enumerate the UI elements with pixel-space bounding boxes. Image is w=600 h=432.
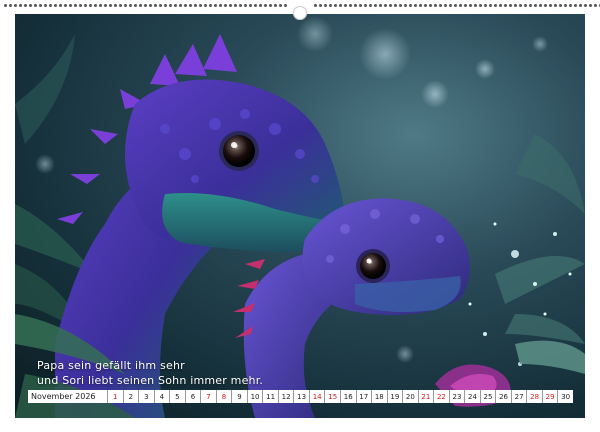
calendar-day: 19 bbox=[388, 390, 404, 403]
calendar-day: 29 bbox=[543, 390, 559, 403]
calendar-day: 24 bbox=[465, 390, 481, 403]
month-label: November 2026 bbox=[28, 390, 108, 403]
calendar-day: 2 bbox=[124, 390, 140, 403]
calendar-day: 6 bbox=[186, 390, 202, 403]
calendar-day: 17 bbox=[357, 390, 373, 403]
day-list: 1 2 3 4 5 6 7 8 9 10 11 12 13 14 15 16 17 18 19 20 21 22 23 24 2… bbox=[108, 390, 573, 403]
calendar-day: 9 bbox=[232, 390, 248, 403]
calendar-day: 3 bbox=[139, 390, 155, 403]
calendar-day: 27 bbox=[512, 390, 528, 403]
caption-line-2: und Sori liebt seinen Sohn immer mehr. bbox=[37, 374, 264, 387]
calendar-day: 7 bbox=[201, 390, 217, 403]
calendar-day: 11 bbox=[263, 390, 279, 403]
calendar-day: 15 bbox=[325, 390, 341, 403]
calendar-day: 18 bbox=[372, 390, 388, 403]
calendar-day: 28 bbox=[527, 390, 543, 403]
calendar-day: 10 bbox=[248, 390, 264, 403]
calendar-day: 21 bbox=[419, 390, 435, 403]
calendar-day: 30 bbox=[561, 392, 571, 401]
calendar-day: 20 bbox=[403, 390, 419, 403]
calendar-day: 14 bbox=[310, 390, 326, 403]
calendar-strip: November 2026 1 2 3 4 5 6 7 8 9 10 11 12 13 14 15 16 17 1… bbox=[28, 390, 573, 403]
calendar-day: 4 bbox=[155, 390, 171, 403]
calendar-photo: Papa sein gefällt ihm sehr und Sori lieb… bbox=[15, 14, 585, 418]
calendar-day: 13 bbox=[294, 390, 310, 403]
calendar-day: 23 bbox=[450, 390, 466, 403]
calendar-day: 25 bbox=[481, 390, 497, 403]
calendar-day: 22 bbox=[434, 390, 450, 403]
caption-line-1: Papa sein gefällt ihm sehr bbox=[37, 359, 185, 372]
calendar-day: 26 bbox=[496, 390, 512, 403]
calendar-day: 12 bbox=[279, 390, 295, 403]
photo-caption: Papa sein gefällt ihm sehr und Sori lieb… bbox=[37, 358, 263, 388]
calendar-day: 16 bbox=[341, 390, 357, 403]
calendar-day: 1 bbox=[108, 390, 124, 403]
calendar-day: 5 bbox=[170, 390, 186, 403]
hanging-hole bbox=[293, 6, 307, 20]
calendar-day: 8 bbox=[217, 390, 233, 403]
